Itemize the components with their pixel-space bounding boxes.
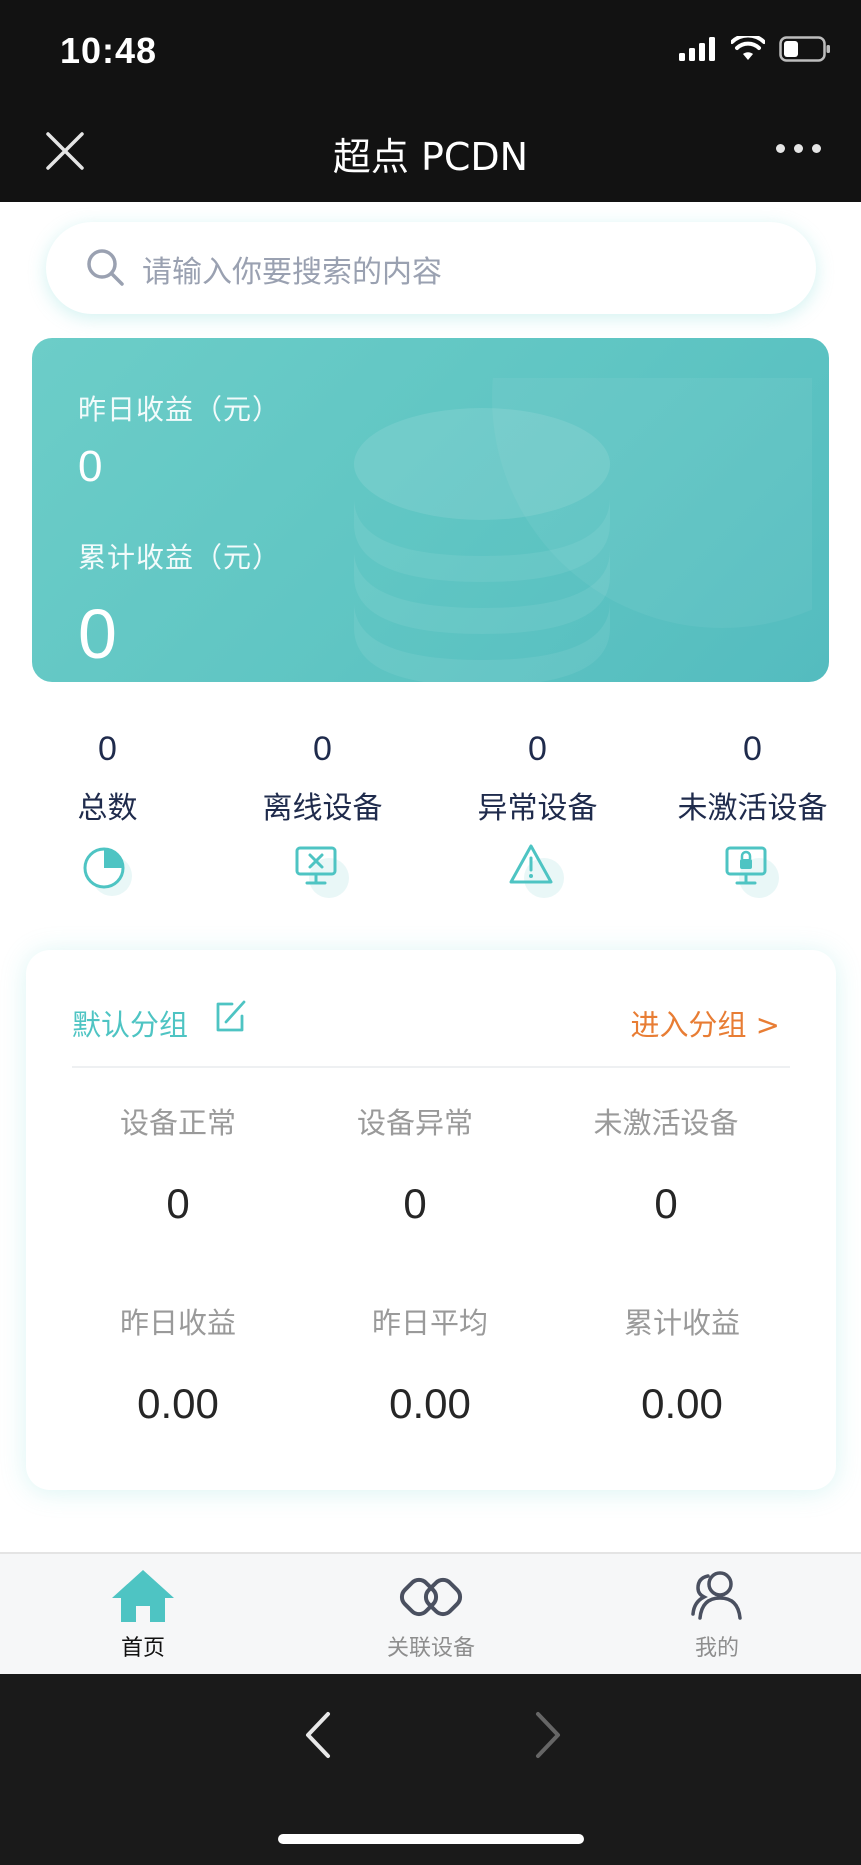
group-card: 默认分组 进入分组 > 设备正常 0 设备异常 0 未激活设备 0 昨日收益 0… bbox=[26, 950, 836, 1490]
users-icon bbox=[691, 1571, 742, 1620]
tab-label: 首页 bbox=[120, 1636, 165, 1661]
stat-value: 0 bbox=[528, 730, 547, 768]
metric-label: 昨日收益 bbox=[119, 1306, 236, 1340]
coin-stack-icon bbox=[354, 378, 812, 682]
search-icon bbox=[87, 249, 124, 286]
locked-monitor-icon bbox=[725, 846, 779, 898]
metric-value: 0.00 bbox=[389, 1380, 471, 1427]
metric-abnormal: 设备异常 0 bbox=[305, 1100, 525, 1228]
stat-label: 未激活设备 bbox=[677, 791, 828, 826]
tab-mine[interactable]: 我的 bbox=[617, 1568, 817, 1662]
tab-label: 我的 bbox=[694, 1636, 739, 1661]
status-bar: 10:48 bbox=[0, 0, 861, 100]
earnings-card: 昨日收益（元） 0 累计收益（元） 0 bbox=[32, 338, 829, 682]
wifi-icon bbox=[731, 36, 765, 60]
stat-value: 0 bbox=[98, 730, 117, 768]
yesterday-earnings-label: 昨日收益（元） bbox=[78, 393, 282, 426]
metric-total-earnings: 累计收益 0.00 bbox=[572, 1300, 792, 1428]
status-icons bbox=[679, 36, 831, 62]
metric-label: 累计收益 bbox=[623, 1306, 740, 1340]
stat-label: 离线设备 bbox=[262, 791, 383, 826]
stat-value: 0 bbox=[743, 730, 762, 768]
metric-yesterday-earnings: 昨日收益 0.00 bbox=[68, 1300, 288, 1428]
metric-label: 设备正常 bbox=[119, 1106, 236, 1140]
total-earnings-value: 0 bbox=[78, 595, 117, 673]
metric-value: 0.00 bbox=[137, 1380, 219, 1427]
forward-arrow-icon[interactable] bbox=[532, 1710, 564, 1760]
stat-total[interactable]: 0 总数 bbox=[0, 730, 215, 896]
back-arrow-icon[interactable] bbox=[302, 1710, 334, 1760]
edit-icon[interactable] bbox=[212, 998, 248, 1034]
metric-value: 0 bbox=[403, 1180, 427, 1227]
nav-bar: 超点 PCDN bbox=[0, 100, 861, 202]
metric-label: 昨日平均 bbox=[371, 1306, 488, 1340]
offline-monitor-icon bbox=[295, 846, 349, 898]
yesterday-earnings-value: 0 bbox=[78, 442, 103, 491]
metric-inactive: 未激活设备 0 bbox=[556, 1100, 776, 1228]
metric-value: 0 bbox=[654, 1180, 678, 1227]
device-stats: 0 总数 0 离线设备 0 异常设备 0 未激活设备 bbox=[0, 730, 861, 900]
metric-value: 0.00 bbox=[641, 1380, 723, 1427]
link-icon bbox=[399, 1577, 463, 1617]
home-icon bbox=[112, 1570, 174, 1622]
search-placeholder: 请输入你要搜索的内容 bbox=[142, 255, 442, 290]
battery-icon bbox=[779, 36, 830, 62]
status-time: 10:48 bbox=[60, 30, 158, 71]
stat-offline[interactable]: 0 离线设备 bbox=[215, 730, 430, 898]
stat-inactive[interactable]: 0 未激活设备 bbox=[645, 730, 860, 898]
home-indicator[interactable] bbox=[278, 1834, 584, 1844]
warning-triangle-icon bbox=[509, 844, 564, 898]
browser-toolbar bbox=[0, 1674, 861, 1865]
divider bbox=[72, 1066, 790, 1068]
stat-value: 0 bbox=[313, 730, 332, 768]
page-title: 超点 PCDN bbox=[332, 135, 529, 179]
stat-label: 总数 bbox=[77, 791, 138, 826]
metric-yesterday-average: 昨日平均 0.00 bbox=[320, 1300, 540, 1428]
stat-label: 异常设备 bbox=[477, 791, 598, 826]
metric-value: 0 bbox=[166, 1180, 190, 1227]
tab-bar: 首页 关联设备 我的 bbox=[0, 1552, 861, 1674]
more-options-icon[interactable] bbox=[776, 144, 821, 153]
tab-label: 关联设备 bbox=[386, 1636, 475, 1661]
stat-abnormal[interactable]: 0 异常设备 bbox=[430, 730, 645, 898]
tab-home[interactable]: 首页 bbox=[43, 1568, 243, 1662]
enter-group-link[interactable]: 进入分组 > bbox=[630, 1002, 780, 1044]
tab-linked-devices[interactable]: 关联设备 bbox=[331, 1568, 531, 1662]
group-title: 默认分组 bbox=[72, 1008, 189, 1042]
search-input[interactable]: 请输入你要搜索的内容 bbox=[46, 222, 816, 314]
pie-chart-icon bbox=[83, 847, 132, 896]
metric-label: 设备异常 bbox=[356, 1106, 473, 1140]
signal-icon bbox=[679, 37, 715, 61]
metric-label: 未激活设备 bbox=[593, 1106, 739, 1140]
metric-normal: 设备正常 0 bbox=[68, 1100, 288, 1228]
total-earnings-label: 累计收益（元） bbox=[78, 541, 282, 574]
